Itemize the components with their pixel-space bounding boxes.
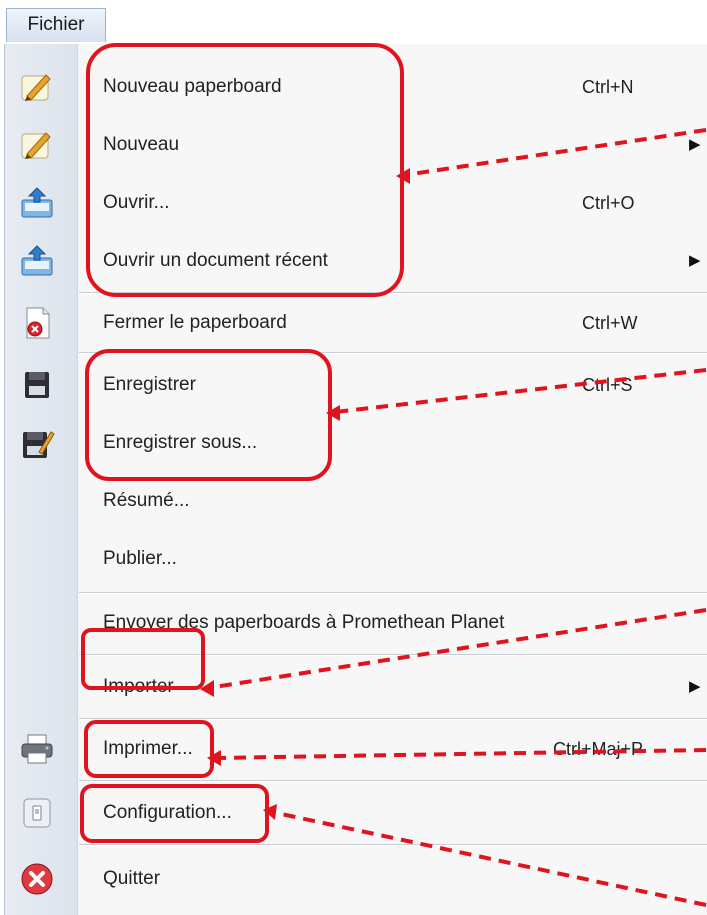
submenu-arrow-icon: ▶ — [689, 252, 701, 269]
menu-item-nouveau-paperboard[interactable]: Nouveau paperboard Ctrl+N — [5, 58, 707, 116]
menu-separator — [79, 352, 707, 354]
menu-bar: Fichier — [0, 0, 707, 44]
fichier-menu-tab[interactable]: Fichier — [6, 8, 106, 42]
menu-item-quitter[interactable]: Quitter — [5, 850, 707, 908]
menu-item-envoyer-planet[interactable]: Envoyer des paperboards à Promethean Pla… — [5, 594, 707, 652]
quit-icon — [19, 862, 55, 896]
pen-paper-icon — [19, 70, 55, 104]
file-menu-dropdown: Nouveau paperboard Ctrl+N Nouveau ▶ Ouvr… — [4, 44, 707, 915]
menu-item-ouvrir[interactable]: Ouvrir... Ctrl+O — [5, 174, 707, 232]
configuration-icon — [19, 796, 55, 830]
menu-separator — [79, 844, 707, 846]
printer-icon — [19, 732, 55, 766]
menu-separator — [79, 654, 707, 656]
open-tray-icon — [19, 244, 55, 278]
menu-item-resume[interactable]: Résumé... — [5, 472, 707, 530]
menu-item-configuration[interactable]: Configuration... — [5, 784, 707, 842]
menu-item-enregistrer[interactable]: Enregistrer Ctrl+S — [5, 356, 707, 414]
pen-paper-icon — [19, 128, 55, 162]
menu-item-publier[interactable]: Publier... — [5, 530, 707, 588]
menu-separator — [79, 780, 707, 782]
submenu-arrow-icon: ▶ — [689, 136, 701, 153]
menu-item-importer[interactable]: Importer ▶ — [5, 658, 707, 716]
menu-item-nouveau[interactable]: Nouveau ▶ — [5, 116, 707, 174]
menu-item-ouvrir-recent[interactable]: Ouvrir un document récent ▶ — [5, 232, 707, 290]
save-as-icon — [19, 426, 55, 460]
menu-item-fermer[interactable]: Fermer le paperboard Ctrl+W — [5, 294, 707, 352]
save-icon — [19, 368, 55, 402]
open-tray-icon — [19, 186, 55, 220]
menu-item-enregistrer-sous[interactable]: Enregistrer sous... — [5, 414, 707, 472]
close-document-icon — [19, 306, 55, 340]
submenu-arrow-icon: ▶ — [689, 678, 701, 695]
menu-item-imprimer[interactable]: Imprimer... Ctrl+Maj+P — [5, 720, 707, 778]
